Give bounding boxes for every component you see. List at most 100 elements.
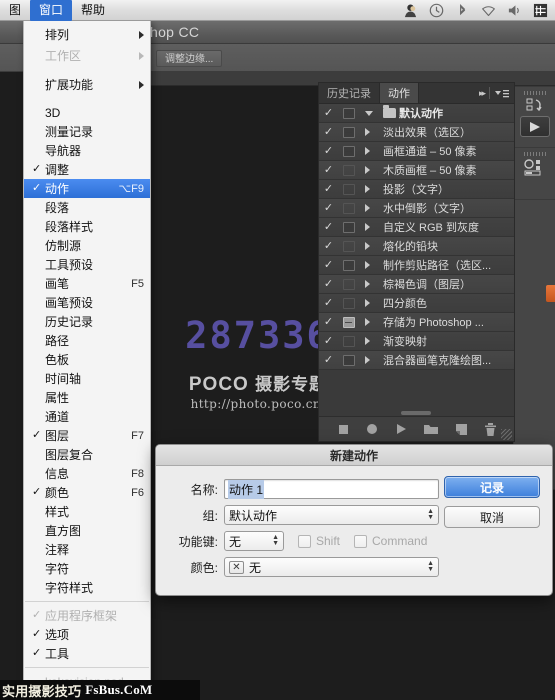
mini-dock-cell-history[interactable]	[514, 91, 555, 148]
disclosure-triangle[interactable]	[359, 185, 383, 193]
menu-item[interactable]: 注释	[24, 540, 150, 559]
modal-control-toggle[interactable]	[338, 298, 359, 309]
menu-item[interactable]: 测量记录	[24, 122, 150, 141]
new-set-icon[interactable]	[424, 423, 438, 435]
action-row[interactable]: ✓熔化的铅块	[319, 237, 514, 256]
action-toggle-checkbox[interactable]: ✓	[319, 127, 338, 138]
function-key-select[interactable]: 无 ▲▼	[224, 531, 284, 551]
action-row[interactable]: ✓混合器画笔克隆绘图...	[319, 351, 514, 370]
action-toggle-checkbox[interactable]: ✓	[319, 336, 338, 347]
menu-item[interactable]: ✓图层F7	[24, 426, 150, 445]
menu-item[interactable]: ✓工具	[24, 644, 150, 663]
disclosure-triangle[interactable]	[359, 356, 383, 364]
action-row[interactable]: ✓投影（文字）	[319, 180, 514, 199]
play-icon[interactable]	[395, 423, 407, 435]
panel-edge-tab[interactable]	[546, 285, 555, 302]
menu-item[interactable]: ✓动作⌥F9	[24, 179, 150, 198]
action-row[interactable]: ✓水中倒影（文字）	[319, 199, 514, 218]
modal-control-toggle[interactable]	[338, 355, 359, 366]
disclosure-triangle[interactable]	[359, 299, 383, 307]
action-set-select[interactable]: 默认动作 ▲▼	[224, 505, 439, 525]
action-row[interactable]: ✓默认动作	[319, 104, 514, 123]
action-toggle-checkbox[interactable]: ✓	[319, 317, 338, 328]
action-row[interactable]: ✓制作剪贴路径（选区...	[319, 256, 514, 275]
action-toggle-checkbox[interactable]: ✓	[319, 108, 338, 119]
menu-item[interactable]: 路径	[24, 331, 150, 350]
menu-item[interactable]: ✓选项	[24, 625, 150, 644]
shift-checkbox-group[interactable]: Shift	[298, 534, 340, 548]
menu-item[interactable]: 属性	[24, 388, 150, 407]
action-row[interactable]: ✓自定义 RGB 到灰度	[319, 218, 514, 237]
input-method-icon[interactable]	[533, 3, 548, 18]
menu-item[interactable]: 时间轴	[24, 369, 150, 388]
menu-item[interactable]: 样式	[24, 502, 150, 521]
menu-item[interactable]: 历史记录	[24, 312, 150, 331]
action-toggle-checkbox[interactable]: ✓	[319, 165, 338, 176]
menu-item[interactable]: 图层复合	[24, 445, 150, 464]
action-toggle-checkbox[interactable]: ✓	[319, 355, 338, 366]
shift-checkbox[interactable]	[298, 535, 311, 548]
bluetooth-icon[interactable]	[455, 3, 470, 18]
action-row[interactable]: ✓渐变映射	[319, 332, 514, 351]
menubar-item-window[interactable]: 窗口	[30, 0, 72, 21]
menu-item[interactable]: 字符样式	[24, 578, 150, 597]
collapse-chevrons-icon[interactable]: ▸▸	[479, 88, 484, 99]
menu-item[interactable]: 画笔F5	[24, 274, 150, 293]
action-row[interactable]: ✓棕褐色调（图层）	[319, 275, 514, 294]
time-machine-icon[interactable]	[429, 3, 444, 18]
user-icon[interactable]	[403, 3, 418, 18]
disclosure-triangle[interactable]	[359, 337, 383, 345]
command-checkbox[interactable]	[354, 535, 367, 548]
tab-actions[interactable]: 动作	[380, 83, 419, 103]
record-icon[interactable]	[366, 423, 378, 435]
wifi-icon[interactable]	[481, 3, 496, 18]
history-panel-icon[interactable]	[524, 97, 546, 115]
menu-item[interactable]: ✓颜色F6	[24, 483, 150, 502]
cancel-button[interactable]: 取消	[444, 506, 540, 528]
modal-control-toggle[interactable]	[338, 127, 359, 138]
stop-icon[interactable]	[338, 424, 349, 435]
action-toggle-checkbox[interactable]: ✓	[319, 260, 338, 271]
delete-icon[interactable]	[485, 423, 496, 436]
dock-grip-icon[interactable]	[524, 91, 546, 95]
menu-item[interactable]: 扩展功能	[24, 74, 150, 95]
action-name-input[interactable]: 动作 1	[224, 479, 439, 499]
play-action-button[interactable]	[520, 116, 550, 137]
action-toggle-checkbox[interactable]: ✓	[319, 241, 338, 252]
modal-control-toggle[interactable]	[338, 222, 359, 233]
disclosure-triangle[interactable]	[359, 147, 383, 155]
tab-history[interactable]: 历史记录	[319, 83, 380, 103]
action-row[interactable]: ✓四分颜色	[319, 294, 514, 313]
panel-resize-grip[interactable]	[501, 429, 512, 440]
color-select[interactable]: ✕ 无 ▲▼	[224, 557, 439, 577]
modal-control-toggle[interactable]	[338, 203, 359, 214]
volume-icon[interactable]	[507, 3, 522, 18]
window-menu-dropdown[interactable]: 排列工作区扩展功能3D测量记录导航器✓调整✓动作⌥F9段落段落样式仿制源工具预设…	[23, 20, 151, 684]
menubar-item-0[interactable]: 图	[0, 0, 30, 21]
menu-item[interactable]: 工具预设	[24, 255, 150, 274]
action-toggle-checkbox[interactable]: ✓	[319, 184, 338, 195]
disclosure-triangle[interactable]	[359, 204, 383, 212]
menu-item[interactable]: ✓调整	[24, 160, 150, 179]
menu-item[interactable]: 画笔预设	[24, 293, 150, 312]
action-row[interactable]: ✓淡出效果（选区）	[319, 123, 514, 142]
menu-item[interactable]: 排列	[24, 24, 150, 45]
disclosure-triangle[interactable]	[359, 280, 383, 288]
actions-list[interactable]: ✓默认动作✓淡出效果（选区）✓画框通道 – 50 像素✓木质画框 – 50 像素…	[319, 104, 514, 410]
menu-item[interactable]: 段落	[24, 198, 150, 217]
disclosure-triangle[interactable]	[359, 242, 383, 250]
disclosure-triangle[interactable]	[359, 261, 383, 269]
menu-item[interactable]: 色板	[24, 350, 150, 369]
refine-edge-button[interactable]: 调整边缘...	[156, 50, 222, 67]
menu-item[interactable]: 通道	[24, 407, 150, 426]
menu-item[interactable]: 3D	[24, 103, 150, 122]
modal-control-toggle[interactable]	[338, 146, 359, 157]
disclosure-triangle[interactable]	[359, 128, 383, 136]
action-toggle-checkbox[interactable]: ✓	[319, 222, 338, 233]
modal-control-toggle[interactable]	[338, 165, 359, 176]
action-toggle-checkbox[interactable]: ✓	[319, 203, 338, 214]
modal-control-toggle[interactable]	[338, 260, 359, 271]
menu-item[interactable]: 段落样式	[24, 217, 150, 236]
modal-control-toggle[interactable]	[338, 108, 359, 119]
modal-control-toggle[interactable]	[338, 184, 359, 195]
